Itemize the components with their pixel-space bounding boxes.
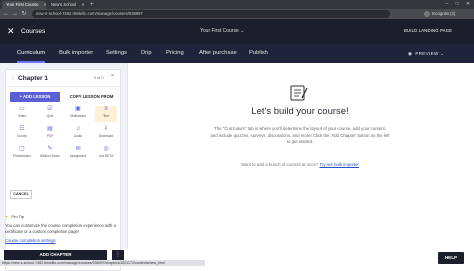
pro-tip-heading: ✦ Pro Tip: [5, 214, 25, 219]
live-icon: ◎: [103, 146, 109, 152]
empty-state-description: The "Curriculum" tab is where you'll det…: [210, 126, 390, 144]
lesson-type-video[interactable]: ▭ Video: [11, 106, 33, 122]
forward-icon[interactable]: →: [11, 9, 19, 19]
tab-curriculum[interactable]: Curriculum: [17, 44, 46, 63]
app-header: ✕ Courses Your First Course ⌄ BUILD LAND…: [0, 19, 474, 44]
browser-toolbar: ← → ↻ new-s-school-7482.thinkific.com/ma…: [0, 9, 474, 19]
lesson-type-live[interactable]: ◎ Live BETA: [95, 146, 117, 162]
preview-button[interactable]: ◉ PREVIEW ⌄: [408, 44, 444, 63]
survey-icon: ☷: [19, 126, 25, 132]
add-chapter-button[interactable]: ADD CHAPTER: [4, 250, 107, 260]
build-landing-page-button[interactable]: BUILD LANDING PAGE: [404, 27, 452, 35]
incognito-indicator[interactable]: Incognito (2): [424, 10, 455, 18]
pro-tip-text: You can customize the course completion …: [5, 223, 116, 234]
lesson-type-pdf[interactable]: ▤ PDF: [39, 126, 61, 142]
curriculum-sidebar: ⋮ Chapter 1 0 of 0 ⌃ + ADD LESSON COPY L…: [0, 63, 128, 271]
lesson-type-survey[interactable]: ☷ Survey: [11, 126, 33, 142]
reload-icon[interactable]: ↻: [20, 9, 28, 19]
bulk-importer-link[interactable]: Try our bulk importer: [319, 162, 358, 167]
tab-bulk-importer[interactable]: Bulk importer: [59, 44, 93, 63]
close-tab-icon[interactable]: ✕: [81, 2, 85, 7]
eye-icon: ◉: [408, 51, 413, 56]
course-completion-settings-link[interactable]: Course completion settings: [5, 238, 56, 243]
window-close-icon[interactable]: ✕: [463, 0, 473, 9]
add-lesson-button[interactable]: + ADD LESSON: [10, 92, 60, 102]
minimize-icon[interactable]: –: [442, 0, 452, 9]
browser-tab-bar: Your First Course ✕ New's School ✕ + – □ ✕: [0, 0, 474, 9]
close-icon[interactable]: ✕: [7, 26, 15, 36]
empty-state-title: Let's build your course!: [251, 106, 349, 117]
tab-title: Your First Course: [6, 2, 39, 7]
audio-icon: ♫: [75, 126, 81, 132]
chapter-header[interactable]: ⋮ Chapter 1 0 of 0 ⌃: [6, 70, 120, 87]
browser-tab[interactable]: New's School ✕: [47, 1, 89, 9]
presentation-icon: ▢: [19, 146, 25, 152]
incognito-icon: [424, 10, 430, 17]
chevron-down-icon: ⌄: [240, 28, 245, 34]
tab-settings[interactable]: Settings: [106, 44, 127, 63]
back-icon[interactable]: ←: [2, 9, 10, 19]
lesson-type-quiz[interactable]: ☑ Quiz: [39, 106, 61, 122]
tab-after-purchase[interactable]: After purchase: [199, 44, 237, 63]
tab-publish[interactable]: Publish: [249, 44, 268, 63]
lesson-type-download[interactable]: ⇩ Download: [95, 126, 117, 142]
download-icon: ⇩: [103, 126, 109, 132]
lightbulb-icon: ✦: [5, 214, 9, 219]
lesson-type-text[interactable]: ≡ Text: [95, 106, 117, 122]
browser-tab-active[interactable]: Your First Course ✕: [2, 1, 46, 9]
copy-lesson-button[interactable]: COPY LESSON FROM: [65, 92, 118, 102]
chevron-up-icon[interactable]: ⌃: [110, 74, 115, 81]
lesson-type-assignment[interactable]: ✉ Assignment: [67, 146, 89, 162]
chapter-lesson-count: 0 of 0: [94, 76, 104, 80]
text-icon: ≡: [104, 106, 108, 112]
chevron-down-icon: ⌄: [440, 51, 445, 56]
address-bar[interactable]: new-s-school-7482.thinkific.com/manage/c…: [32, 10, 390, 18]
exam-icon: ✎: [47, 146, 53, 152]
course-selector[interactable]: Your First Course ⌄: [200, 28, 244, 35]
cancel-button[interactable]: CANCEL: [10, 190, 32, 199]
pdf-icon: ▤: [47, 126, 53, 132]
lesson-type-audio[interactable]: ♫ Audio: [67, 126, 89, 142]
tab-drip[interactable]: Drip: [141, 44, 152, 63]
tab-pricing[interactable]: Pricing: [166, 44, 184, 63]
video-icon: ▭: [19, 106, 25, 112]
checklist-icon: [290, 85, 308, 101]
browser-status-url: https://new-s-school-7482.thinkific.com/…: [0, 260, 205, 266]
drag-handle-icon[interactable]: ⋮: [10, 74, 16, 81]
new-tab-icon[interactable]: +: [90, 1, 94, 9]
tab-title: New's School: [51, 2, 77, 7]
chapter-title: Chapter 1: [18, 75, 48, 82]
course-subnav: Curriculum Bulk importer Settings Drip P…: [0, 44, 474, 63]
lesson-type-presentation[interactable]: ▢ Presentation: [11, 146, 33, 162]
bulk-import-prompt: Want to add a bunch of content at once? …: [241, 162, 359, 167]
maximize-icon[interactable]: □: [452, 0, 462, 9]
assignment-icon: ✉: [75, 146, 81, 152]
page-title: Courses: [21, 28, 46, 35]
quiz-icon: ☑: [47, 106, 53, 112]
lesson-type-multimedia[interactable]: ▣ Multimedia: [67, 106, 89, 122]
multimedia-icon: ▣: [75, 106, 81, 112]
help-button[interactable]: HELP: [438, 252, 464, 264]
lesson-type-brillium-exam[interactable]: ✎ Brillium Exam: [39, 146, 61, 162]
more-options-icon[interactable]: ⋮: [112, 250, 124, 260]
close-tab-icon[interactable]: ✕: [43, 2, 46, 7]
